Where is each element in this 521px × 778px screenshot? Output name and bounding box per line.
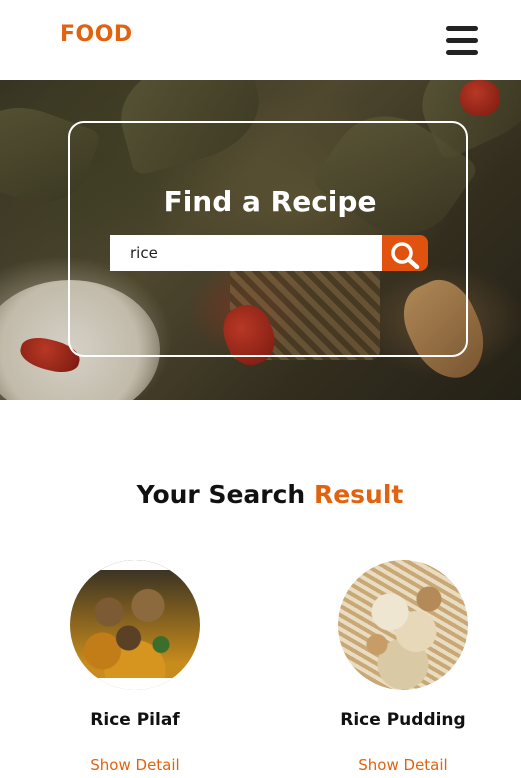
- recipe-name: Rice Pilaf: [90, 710, 180, 730]
- results-heading-accent: Result: [313, 480, 404, 509]
- search-button[interactable]: [382, 235, 428, 271]
- results-heading: Your Search Result: [0, 480, 521, 509]
- logo[interactable]: FOOD: [60, 22, 133, 47]
- page: FOOD Find a Recipe rice Your Search Resu…: [0, 0, 521, 778]
- recipe-card: Rice Pilaf Show Detail: [35, 560, 235, 774]
- recipe-card: Rice Pudding Show Detail: [303, 560, 503, 774]
- hamburger-menu-icon[interactable]: [444, 24, 480, 58]
- show-detail-link[interactable]: Show Detail: [358, 756, 447, 774]
- search-input[interactable]: [110, 235, 382, 271]
- recipe-name: Rice Pudding: [340, 710, 466, 730]
- recipe-photo[interactable]: [70, 560, 200, 690]
- search-icon: [391, 242, 420, 269]
- results-heading-main: Your Search: [136, 480, 306, 509]
- photo-crop-edge: [70, 678, 200, 690]
- recipe-photo[interactable]: [338, 560, 468, 690]
- header: FOOD: [0, 0, 521, 80]
- show-detail-link[interactable]: Show Detail: [90, 756, 179, 774]
- hero-title: Find a Recipe: [163, 185, 377, 218]
- hero-banner: Find a Recipe: [0, 80, 521, 400]
- search-panel: Find a Recipe: [68, 121, 468, 357]
- photo-crop-edge: [70, 560, 200, 570]
